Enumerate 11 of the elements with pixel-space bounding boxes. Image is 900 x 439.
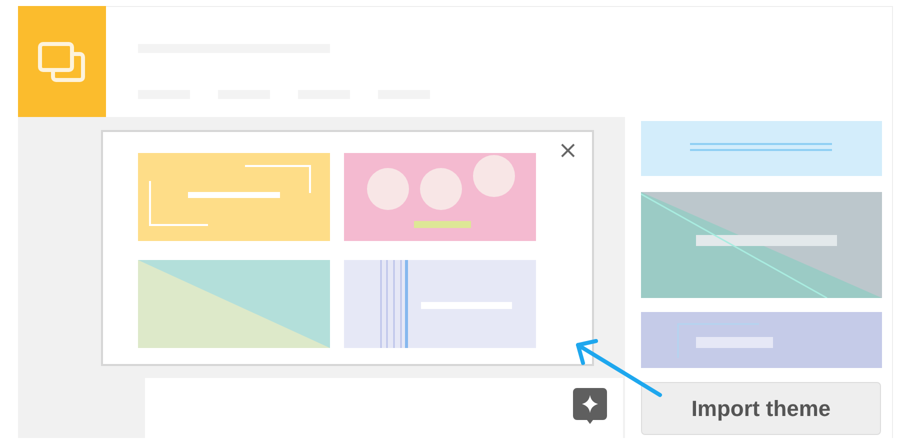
close-button[interactable]: × xyxy=(558,138,578,162)
theme-thumbnail[interactable] xyxy=(641,192,882,298)
theme-thumbnail[interactable] xyxy=(344,153,536,241)
theme-thumbnail[interactable] xyxy=(344,260,536,348)
theme-thumbnail[interactable] xyxy=(641,121,882,176)
slides-logo-icon xyxy=(37,42,87,82)
import-theme-button[interactable]: Import theme xyxy=(641,382,881,435)
theme-thumbnail[interactable] xyxy=(138,153,330,241)
theme-thumbnail[interactable] xyxy=(641,312,882,368)
theme-thumbnail[interactable] xyxy=(138,260,330,348)
sparkle-comment-icon[interactable] xyxy=(573,388,607,424)
